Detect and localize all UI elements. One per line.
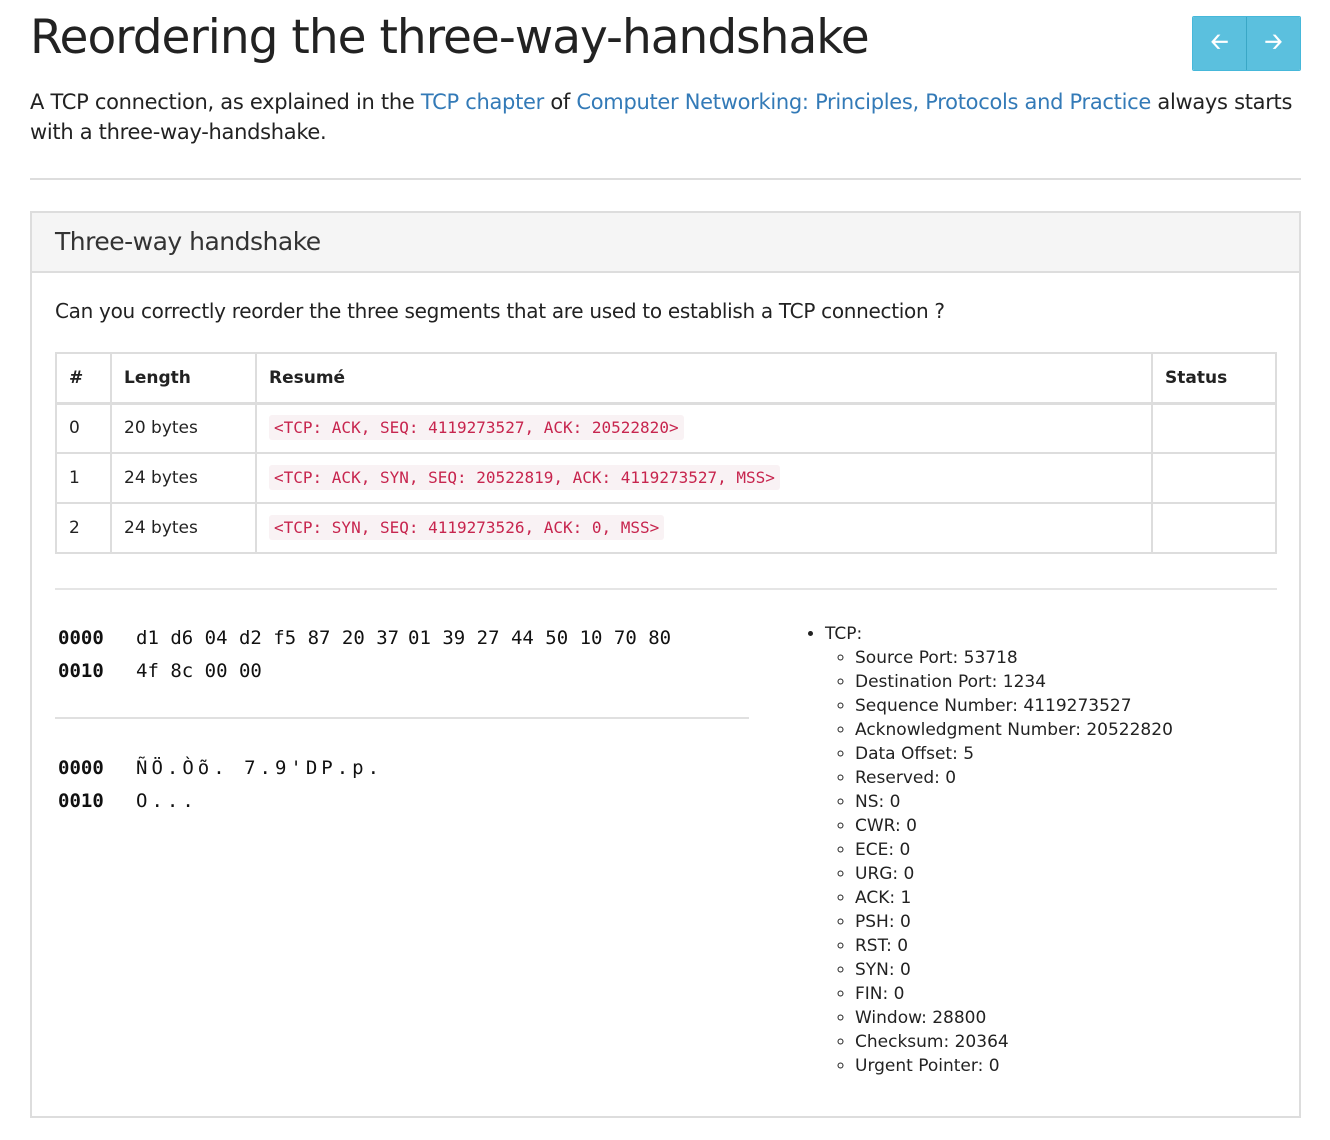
list-item: Reserved: 0 <box>855 766 1173 790</box>
column-header-status: Status <box>1151 352 1277 405</box>
list-item: Sequence Number: 4119273527 <box>855 694 1173 718</box>
table-header-row: # Length Resumé Status <box>55 352 1277 405</box>
ascii-text: O... <box>136 790 198 812</box>
list-item: Source Port: 53718 <box>855 646 1173 670</box>
list-item: Destination Port: 1234 <box>855 670 1173 694</box>
packet-summary: <TCP: ACK, SEQ: 4119273527, ACK: 2052282… <box>269 415 684 441</box>
row-length: 20 bytes <box>110 402 257 454</box>
intro-text-1: A TCP connection, as explained in the <box>30 90 421 114</box>
list-item: FIN: 0 <box>855 982 1173 1006</box>
hex-dump: 0000 d1 d6 04 d2 f5 87 20 37 01 39 27 44… <box>58 622 680 688</box>
tcp-root-label: TCP: <box>825 624 863 644</box>
row-length: 24 bytes <box>110 452 257 504</box>
row-number: 1 <box>55 452 112 504</box>
tcp-chapter-link[interactable]: TCP chapter <box>421 90 544 114</box>
list-item: ACK: 1 <box>855 886 1173 910</box>
list-item: Urgent Pointer: 0 <box>855 1054 1173 1078</box>
row-number: 2 <box>55 502 112 554</box>
hex-bytes: 4f 8c 00 00 <box>136 660 262 682</box>
divider <box>55 717 749 719</box>
arrow-left-icon: 🡠 <box>1210 29 1229 55</box>
packet-summary: <TCP: ACK, SYN, SEQ: 20522819, ACK: 4119… <box>269 465 780 490</box>
hex-line: 0000 d1 d6 04 d2 f5 87 20 37 01 39 27 44… <box>58 622 680 655</box>
panel-heading: Three-way handshake <box>32 213 1299 273</box>
row-resume: <TCP: ACK, SEQ: 4119273527, ACK: 2052282… <box>255 402 1153 454</box>
row-status <box>1151 402 1277 454</box>
exercise-nav: 🡠 🡢 <box>1192 16 1301 71</box>
list-item: Checksum: 20364 <box>855 1030 1173 1054</box>
hex-bytes: 01 39 27 44 50 10 70 80 <box>408 627 672 649</box>
list-item: RST: 0 <box>855 934 1173 958</box>
row-status <box>1151 452 1277 504</box>
packet-summary: <TCP: SYN, SEQ: 4119273526, ACK: 0, MSS> <box>269 515 665 540</box>
row-length: 24 bytes <box>110 502 257 554</box>
list-item: ECE: 0 <box>855 838 1173 862</box>
page-title: Reordering the three-way-handshake <box>30 10 870 65</box>
tcp-fields: TCP: Source Port: 53718 Destination Port… <box>795 622 1173 1078</box>
ascii-offset: 0000 <box>58 757 104 779</box>
list-item: Window: 28800 <box>855 1006 1173 1030</box>
next-button[interactable]: 🡢 <box>1246 17 1300 70</box>
segments-table: # Length Resumé Status 0 20 bytes <TCP: … <box>55 352 1277 554</box>
row-resume: <TCP: ACK, SYN, SEQ: 20522819, ACK: 4119… <box>255 452 1153 504</box>
ascii-line: 0010 O... <box>58 785 383 818</box>
ascii-line: 0000 ÑÖ.Òõ. 7.9'DP.p. <box>58 752 383 785</box>
divider <box>55 588 1277 590</box>
list-item: NS: 0 <box>855 790 1173 814</box>
list-item: Acknowledgment Number: 20522820 <box>855 718 1173 742</box>
ascii-dump: 0000 ÑÖ.Òõ. 7.9'DP.p. 0010 O... <box>58 752 383 818</box>
ascii-text: ÑÖ.Òõ. 7.9'DP.p. <box>136 757 384 779</box>
list-item: Data Offset: 5 <box>855 742 1173 766</box>
hex-bytes: d1 d6 04 d2 f5 87 20 37 <box>136 627 400 649</box>
hex-line: 0010 4f 8c 00 00 <box>58 655 680 688</box>
row-status <box>1151 502 1277 554</box>
hex-offset: 0010 <box>58 660 104 682</box>
hex-offset: 0000 <box>58 627 104 649</box>
table-row[interactable]: 1 24 bytes <TCP: ACK, SYN, SEQ: 20522819… <box>55 452 1277 504</box>
arrow-right-icon: 🡢 <box>1264 29 1283 55</box>
question-text: Can you correctly reorder the three segm… <box>55 299 945 323</box>
list-item: URG: 0 <box>855 862 1173 886</box>
intro-paragraph: A TCP connection, as explained in the TC… <box>30 87 1301 147</box>
previous-button[interactable]: 🡠 <box>1193 17 1246 70</box>
exercise-panel: Three-way handshake Can you correctly re… <box>30 211 1301 1118</box>
row-number: 0 <box>55 402 112 454</box>
list-item: CWR: 0 <box>855 814 1173 838</box>
column-header-number: # <box>55 352 112 405</box>
intro-text-2: of <box>543 90 577 114</box>
table-row[interactable]: 2 24 bytes <TCP: SYN, SEQ: 4119273526, A… <box>55 502 1277 554</box>
table-row[interactable]: 0 20 bytes <TCP: ACK, SEQ: 4119273527, A… <box>55 402 1277 454</box>
ascii-offset: 0010 <box>58 790 104 812</box>
list-item: SYN: 0 <box>855 958 1173 982</box>
list-item: TCP: Source Port: 53718 Destination Port… <box>825 622 1173 1078</box>
list-item: PSH: 0 <box>855 910 1173 934</box>
hex-bytes <box>408 655 680 688</box>
tcp-field-list: Source Port: 53718 Destination Port: 123… <box>825 646 1173 1078</box>
divider <box>30 178 1301 180</box>
column-header-resume: Resumé <box>255 352 1153 405</box>
column-header-length: Length <box>110 352 257 405</box>
row-resume: <TCP: SYN, SEQ: 4119273526, ACK: 0, MSS> <box>255 502 1153 554</box>
book-link[interactable]: Computer Networking: Principles, Protoco… <box>576 90 1151 114</box>
